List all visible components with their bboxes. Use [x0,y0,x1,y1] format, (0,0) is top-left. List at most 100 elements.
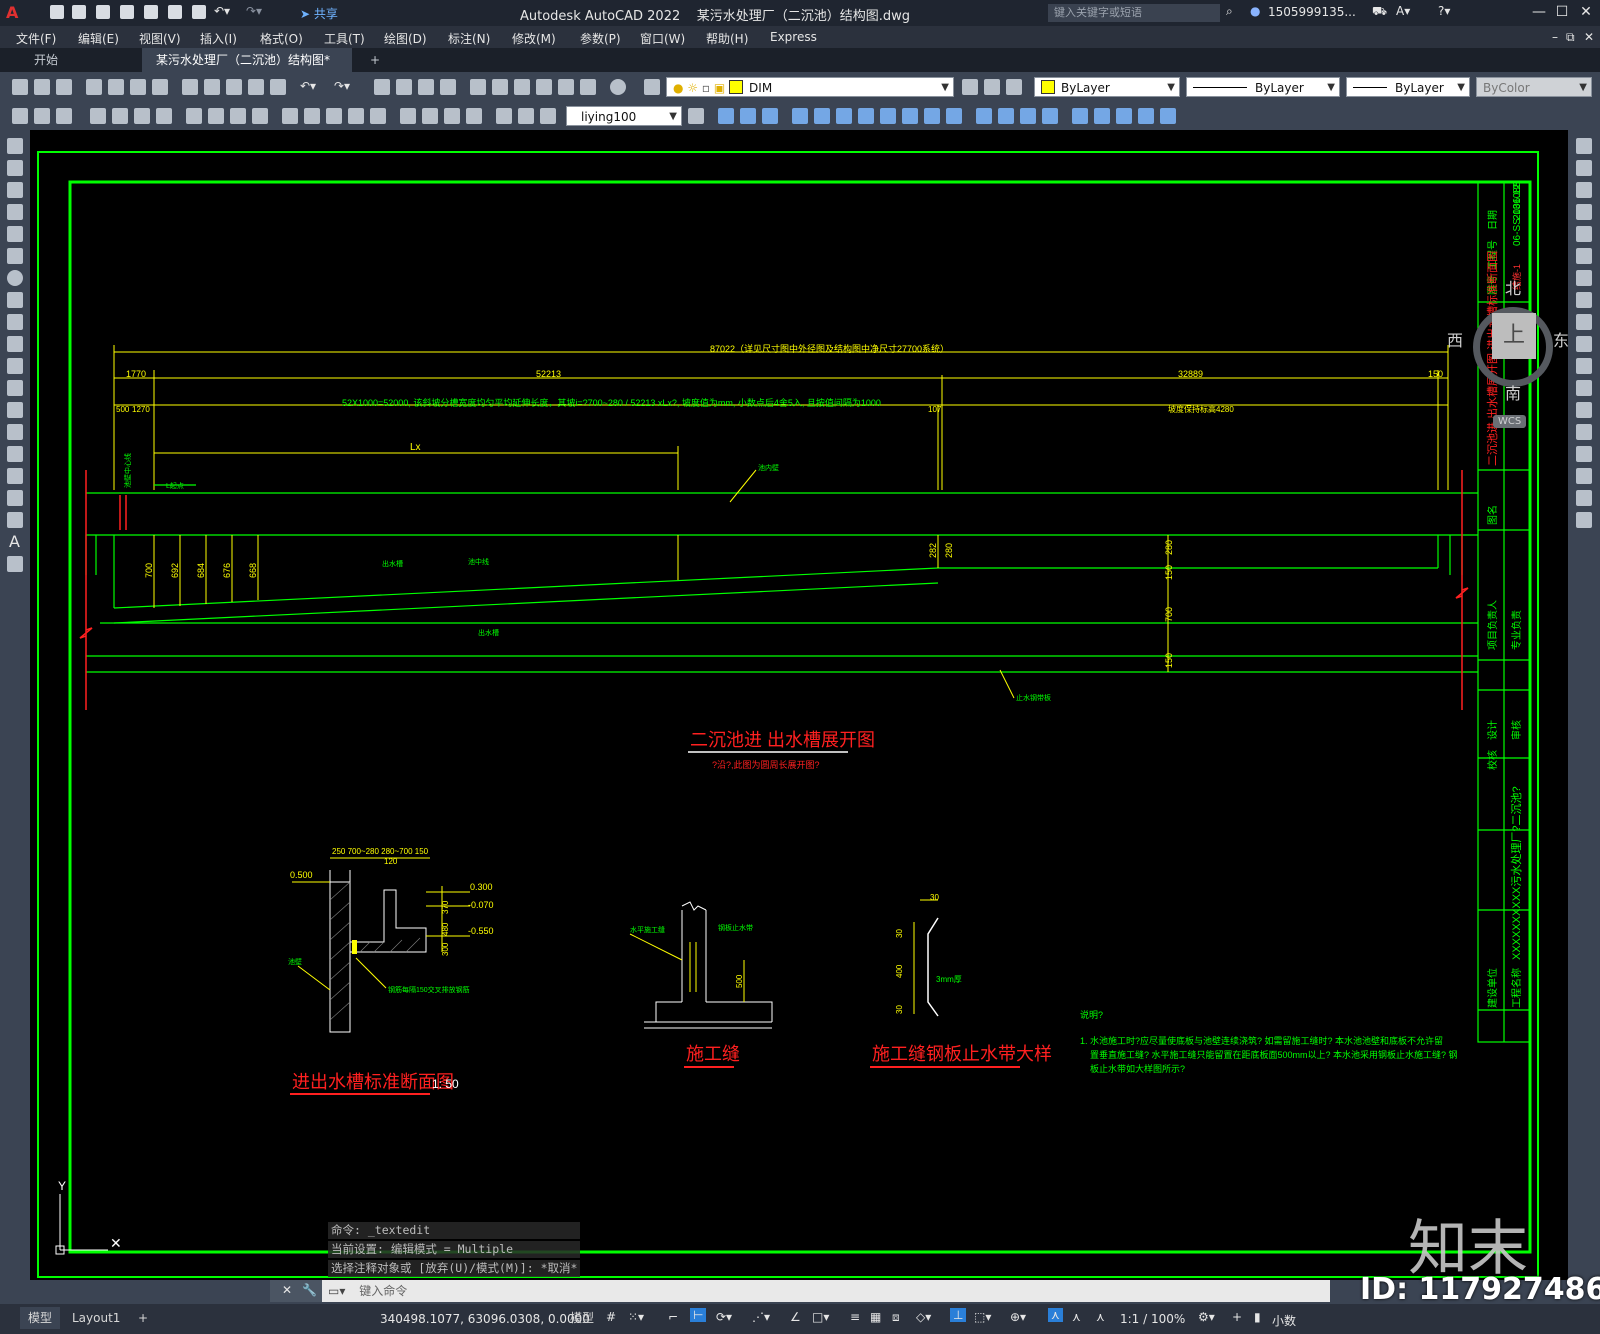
baseline-icon[interactable] [304,108,320,124]
lineweight-dropdown[interactable]: ByLayer ▼ [1346,77,1470,97]
wcs-menu[interactable]: WCS [1493,415,1527,428]
user-icon[interactable]: ● [1250,4,1260,18]
ordinate-icon[interactable] [156,108,172,124]
autocad-logo-icon[interactable]: A [6,3,18,22]
erase-icon[interactable] [880,108,896,124]
command-prompt-icon[interactable]: ▭▾ [328,1284,345,1298]
infer-icon[interactable]: ⌐ [668,1310,678,1324]
match-icon[interactable] [34,108,50,124]
spline-icon[interactable] [7,314,23,330]
autodesk-a360-icon[interactable]: A▾ [1396,4,1410,18]
stretch-icon[interactable] [762,108,778,124]
save-tool-icon[interactable] [56,79,72,95]
qnew-icon[interactable] [12,79,28,95]
command-line[interactable]: ▭▾ 键入命令 [322,1280,1330,1302]
3d-osnap-icon[interactable]: ◇▾ [916,1310,931,1324]
auto-scale-icon[interactable]: ⋏ [1072,1310,1081,1324]
publish-icon[interactable] [130,79,146,95]
viewcube-east[interactable]: 东 [1553,327,1568,351]
doc-close-button[interactable]: ✕ [1584,30,1594,44]
customize-icon[interactable]: 🔧 [302,1283,317,1297]
paste-icon[interactable] [226,79,242,95]
rotate-tool-icon[interactable] [1576,270,1592,286]
lineweight-icon[interactable]: ≡ [850,1310,860,1324]
continue-icon[interactable] [326,108,342,124]
extend-icon[interactable] [924,108,940,124]
layer-previous-icon[interactable] [984,79,1000,95]
polygon-icon[interactable] [7,204,23,220]
array-tool-icon[interactable] [1576,226,1592,242]
save-web-icon[interactable] [168,5,182,19]
help-icon[interactable]: ?▾ [1438,4,1450,18]
stretch-tool-icon[interactable] [1576,314,1592,330]
ellipse-icon[interactable] [7,336,23,352]
center-mark-icon[interactable] [422,108,438,124]
layout1-tab[interactable]: Layout1 [64,1307,128,1329]
new-file-icon[interactable] [50,5,64,19]
gizmo-icon[interactable]: ⊕▾ [1010,1310,1026,1324]
matchprop-icon[interactable] [248,79,264,95]
dimstyle-icon[interactable] [688,108,704,124]
explode-tool-icon[interactable] [1576,512,1592,528]
zoom-realtime-icon[interactable] [396,79,412,95]
viewcube-west[interactable]: 西 [1447,327,1463,351]
dim-edit-icon[interactable] [496,108,512,124]
block-icon[interactable] [1072,108,1088,124]
make-block-icon[interactable] [7,402,23,418]
scale-icon[interactable] [836,108,852,124]
search-icon[interactable]: ⌕ [1226,4,1233,19]
chamfer-icon[interactable] [1576,446,1592,462]
command-input[interactable]: 键入命令 [359,1284,407,1298]
menu-parametric[interactable]: 参数(P) [580,30,621,47]
tab-start[interactable]: 开始 [20,48,140,72]
units-icon[interactable]: ▮ [1254,1310,1261,1324]
region-icon[interactable] [7,490,23,506]
pan-icon[interactable] [374,79,390,95]
workspace-switch-icon[interactable]: ⚙▾ [1198,1310,1215,1324]
arc-icon[interactable] [7,248,23,264]
model-tab[interactable]: 模型 [20,1307,61,1329]
trim-tool-icon[interactable] [1576,336,1592,352]
transparency-icon[interactable]: ▦ [870,1310,881,1324]
menu-window[interactable]: 窗口(W) [640,30,685,47]
inspect-icon[interactable] [444,108,460,124]
selection-cycling-icon[interactable]: ⧈ [892,1310,900,1325]
ungroup-icon[interactable] [1138,108,1154,124]
linetype-dropdown[interactable]: ByLayer ▼ [1186,77,1340,97]
doc-restore-button[interactable]: ⧉ [1566,30,1575,45]
plot-icon[interactable] [192,5,206,19]
redo-tool-icon[interactable]: ↷▾ [334,79,350,93]
offset-icon[interactable] [998,108,1014,124]
add-layout-button[interactable]: + [130,1307,156,1329]
annotation-scale-icon[interactable]: ⋏ [1096,1310,1105,1324]
undo-icon[interactable]: ↶▾ [214,4,230,18]
undo-tool-icon[interactable]: ↶▾ [300,79,316,93]
viewcube[interactable]: 上 北 南 西 东 WCS [1447,279,1568,445]
color-dropdown[interactable]: ByLayer ▼ [1034,77,1180,97]
line-icon[interactable] [7,138,23,154]
dimstyle-dropdown[interactable]: liying100 ▼ [566,106,682,126]
dim-space-icon[interactable] [348,108,364,124]
markup-icon[interactable] [558,79,574,95]
share-button[interactable]: ➤ 共享 [300,5,338,22]
layer-properties-icon[interactable] [644,79,660,95]
copy-icon[interactable] [204,79,220,95]
insert-block-icon[interactable] [7,380,23,396]
trim-icon[interactable] [902,108,918,124]
radius-icon[interactable] [186,108,202,124]
dim-break-icon[interactable] [370,108,386,124]
viewcube-south[interactable]: 南 [1505,380,1521,404]
fillet-tool-icon[interactable] [1576,468,1592,484]
add-selected-icon[interactable] [7,556,23,572]
annotation-visibility-icon[interactable]: ⋏ [1048,1308,1063,1322]
fillet-icon[interactable] [946,108,962,124]
gradient-icon[interactable] [7,468,23,484]
dim-text-edit-icon[interactable] [518,108,534,124]
menu-view[interactable]: 视图(V) [139,30,181,47]
layer-tool-icon[interactable] [56,108,72,124]
hatch-icon[interactable] [7,446,23,462]
menu-draw[interactable]: 绘图(D) [384,30,427,47]
jogged-linear-icon[interactable] [466,108,482,124]
rectangle-icon[interactable] [7,226,23,242]
insert-icon[interactable] [1094,108,1110,124]
